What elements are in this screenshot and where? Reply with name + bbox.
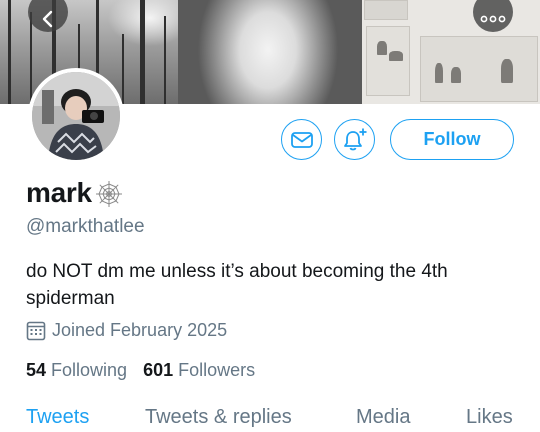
message-button[interactable] [281, 119, 322, 160]
spider-web-icon [95, 181, 122, 207]
chevron-left-icon [42, 10, 53, 28]
banner-blur-photo [178, 0, 362, 104]
banner-sketch-photo [362, 0, 540, 104]
tab-tweets[interactable]: Tweets [26, 406, 89, 429]
follow-stats: 54 Following 601 Followers [26, 360, 255, 381]
user-handle: @markthatlee [26, 216, 145, 237]
following-link[interactable]: 54 Following [26, 360, 127, 381]
calendar-icon [26, 321, 46, 340]
following-label: Following [51, 360, 128, 380]
display-name: mark [26, 177, 92, 208]
follow-button[interactable]: Follow [390, 119, 514, 160]
tab-likes[interactable]: Likes [466, 406, 513, 429]
following-count: 54 [26, 360, 47, 380]
more-horizontal-icon [480, 15, 506, 23]
profile-tabs: Tweets Tweets & replies Media Likes [0, 406, 540, 432]
joined-date-row: Joined February 2025 [26, 320, 227, 341]
profile-bio: do NOT dm me unless it’s about becoming … [26, 261, 448, 309]
tab-media[interactable]: Media [356, 406, 410, 429]
followers-link[interactable]: 601 Followers [143, 360, 255, 381]
followers-label: Followers [178, 360, 256, 380]
tab-tweets-and-replies[interactable]: Tweets & replies [145, 406, 292, 429]
joined-date: Joined February 2025 [52, 320, 228, 340]
avatar-photo [32, 72, 120, 160]
profile-avatar[interactable] [28, 68, 124, 164]
display-name-row: mark [26, 177, 124, 209]
notifications-button[interactable] [334, 119, 375, 160]
bell-plus-icon [343, 128, 366, 150]
followers-count: 601 [143, 360, 174, 380]
envelope-icon [290, 131, 313, 148]
